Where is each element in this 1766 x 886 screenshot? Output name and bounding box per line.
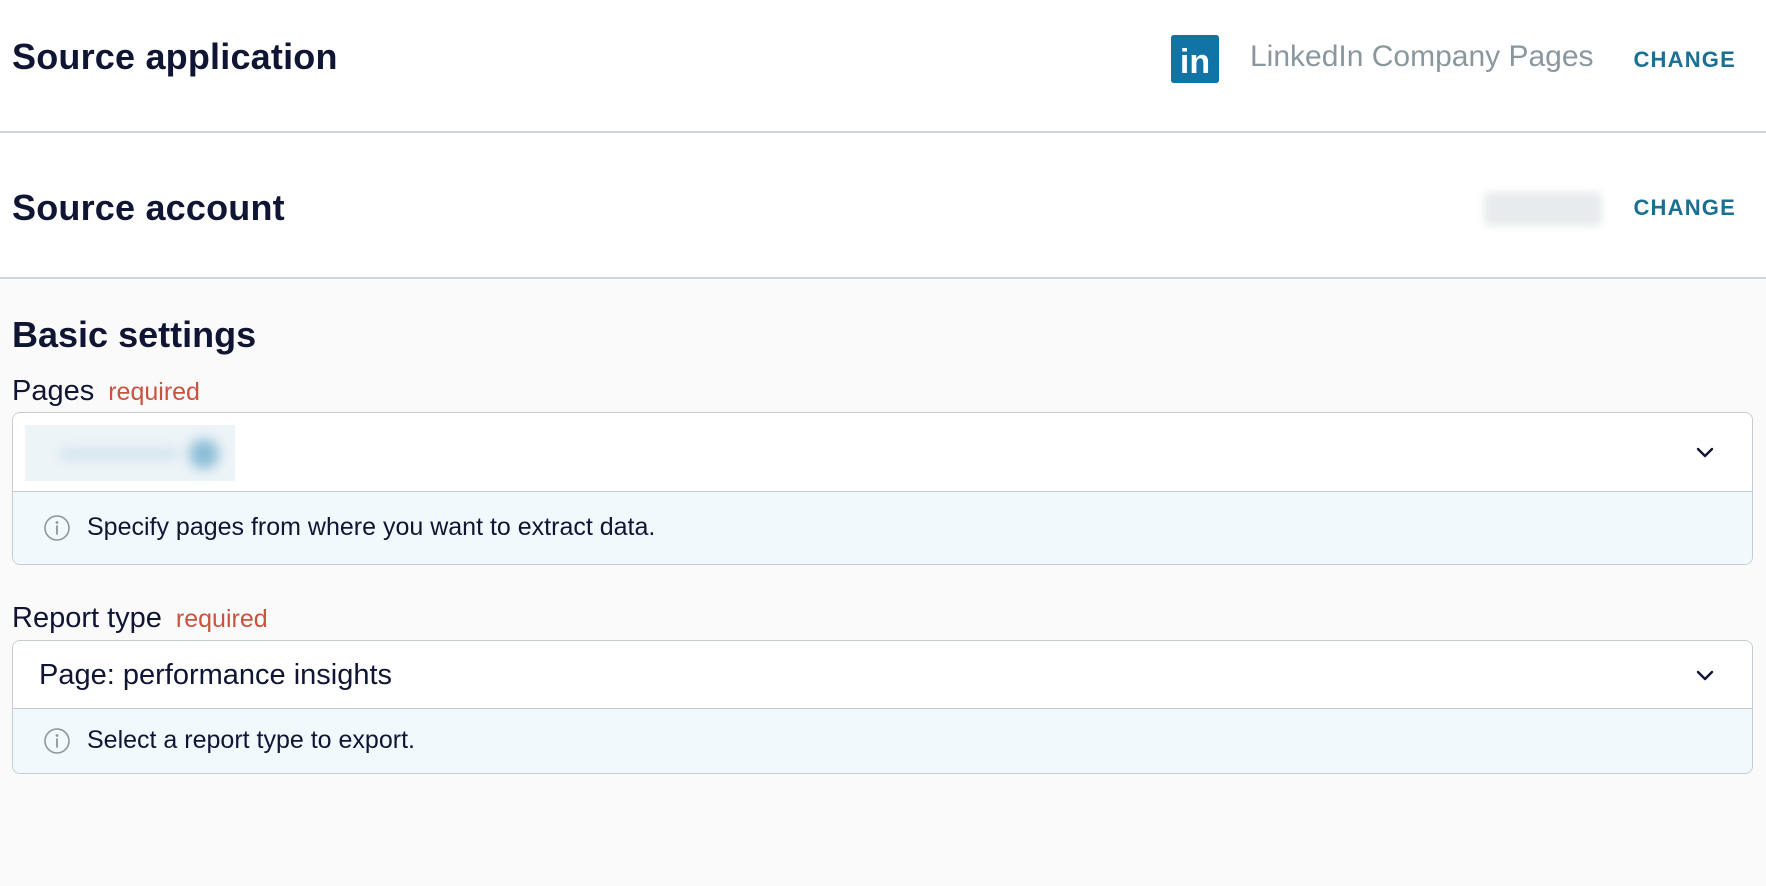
- selected-page-redacted: [25, 425, 235, 481]
- report-type-hint: Select a report type to export.: [13, 709, 1752, 773]
- basic-settings-title: Basic settings: [12, 314, 257, 355]
- source-app-name: LinkedIn Company Pages: [1250, 40, 1594, 73]
- pages-required-label: required: [108, 378, 200, 406]
- pages-hint-text: Specify pages from where you want to ext…: [87, 513, 656, 541]
- report-type-hint-text: Select a report type to export.: [87, 726, 415, 754]
- pages-hint: Specify pages from where you want to ext…: [13, 492, 1752, 564]
- basic-settings-section: Basic settings Pages required Specify pag…: [0, 280, 1766, 886]
- change-source-account-button[interactable]: CHANGE: [1633, 195, 1736, 221]
- pages-label-text: Pages: [12, 375, 95, 407]
- chevron-down-icon[interactable]: [1694, 441, 1716, 463]
- pages-field: Specify pages from where you want to ext…: [12, 412, 1753, 565]
- report-type-required-label: required: [175, 605, 268, 633]
- report-type-field: Page: performance insights Select a repo…: [12, 640, 1753, 774]
- source-application-title: Source application: [12, 36, 338, 77]
- account-name-redacted: [1484, 192, 1602, 226]
- linkedin-logo-text: in: [1180, 43, 1210, 81]
- report-type-label: Report type required: [12, 602, 268, 635]
- linkedin-logo-icon: in: [1171, 35, 1219, 83]
- source-application-section: Source application in LinkedIn Company P…: [0, 0, 1766, 133]
- source-account-title: Source account: [12, 187, 285, 228]
- chevron-down-icon[interactable]: [1694, 664, 1716, 686]
- info-icon: [44, 728, 70, 754]
- pages-select[interactable]: [13, 413, 1752, 492]
- report-type-label-text: Report type: [12, 602, 162, 634]
- change-source-app-button[interactable]: CHANGE: [1633, 47, 1736, 73]
- report-type-select[interactable]: Page: performance insights: [13, 641, 1752, 709]
- pages-label: Pages required: [12, 375, 200, 408]
- report-type-selected-value: Page: performance insights: [39, 659, 393, 691]
- info-icon: [44, 515, 70, 541]
